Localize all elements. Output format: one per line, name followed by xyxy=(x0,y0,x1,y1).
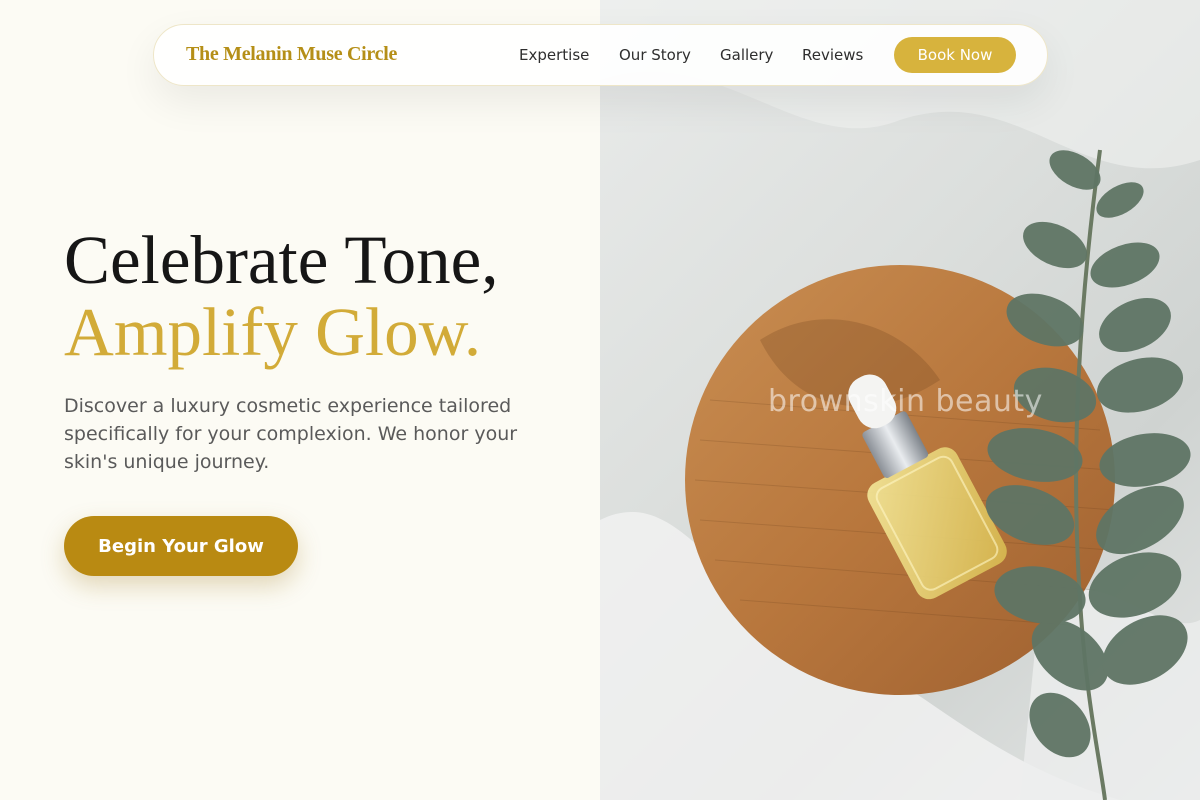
top-navigation: The Melanin Muse Circle Expertise Our St… xyxy=(153,24,1048,86)
begin-your-glow-button[interactable]: Begin Your Glow xyxy=(64,516,298,576)
image-watermark: brownskin beauty xyxy=(768,384,1043,419)
nav-link-gallery[interactable]: Gallery xyxy=(720,46,773,64)
hero-headline: Celebrate Tone, Amplify Glow. xyxy=(64,224,499,368)
hero-image: brownskin beauty xyxy=(600,0,1200,800)
nav-link-expertise[interactable]: Expertise xyxy=(519,46,589,64)
brand-logo[interactable]: The Melanin Muse Circle xyxy=(186,43,397,66)
nav-link-our-story[interactable]: Our Story xyxy=(619,46,691,64)
headline-line-2: Amplify Glow. xyxy=(64,294,482,370)
hero-subtitle: Discover a luxury cosmetic experience ta… xyxy=(64,395,518,473)
book-now-button[interactable]: Book Now xyxy=(894,37,1016,73)
nav-link-reviews[interactable]: Reviews xyxy=(802,46,863,64)
headline-line-1: Celebrate Tone, xyxy=(64,222,499,298)
